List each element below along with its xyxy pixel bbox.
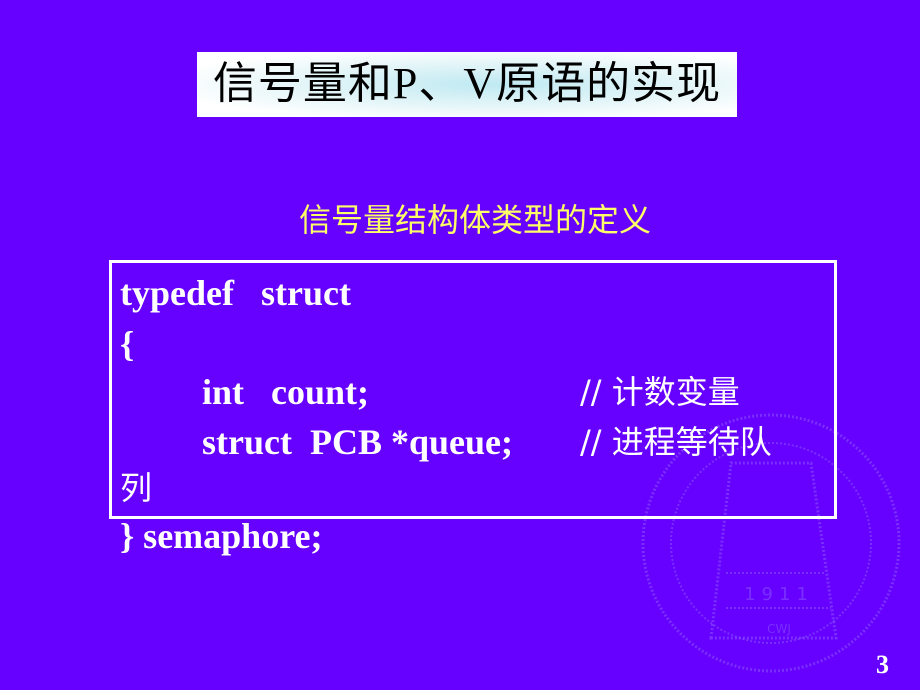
watermark-initials: CWJ [767,622,791,636]
page-number: 3 [876,650,889,679]
title-box: 信号量和P、V原语的实现 [197,52,737,117]
slide-subtitle: 信号量结构体类型的定义 [298,201,651,239]
code-line-queue: struct PCB *queue; [202,422,513,462]
comment-queue: // 进程等待队 [580,423,772,461]
code-line-typedef: typedef struct [120,273,351,313]
comment-count: // 计数变量 [580,373,740,411]
code-line-count: int count; [202,372,370,412]
slide-title: 信号量和P、V原语的实现 [212,59,722,108]
code-line-close-semaphore: } semaphore; [120,516,323,556]
code-line-comment-wrap: 列 [120,469,153,507]
code-line-open-brace: { [120,324,135,364]
watermark-year: 1911 [744,584,814,605]
